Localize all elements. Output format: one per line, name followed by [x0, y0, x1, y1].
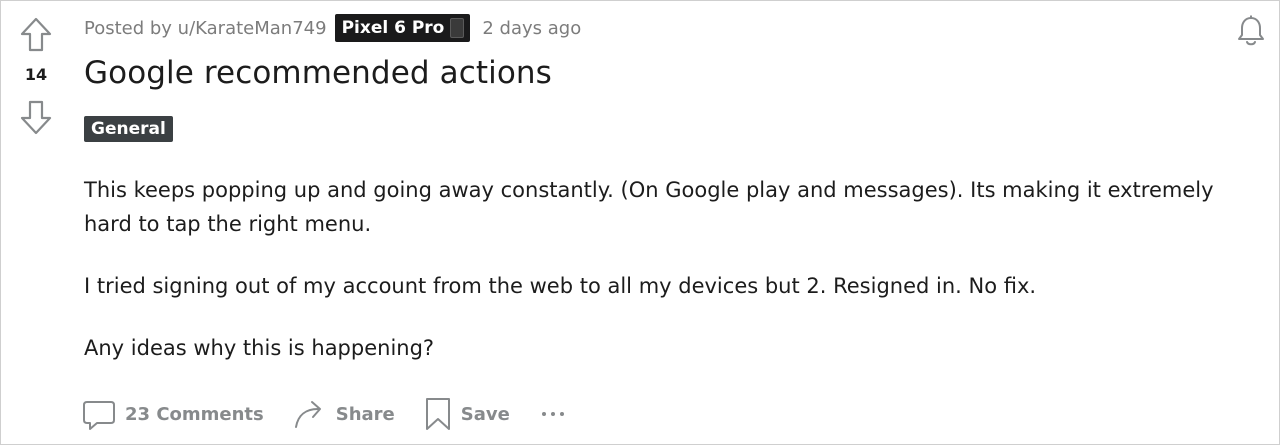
share-label: Share	[335, 403, 395, 425]
post-body-paragraph: This keeps popping up and going away con…	[84, 178, 1214, 236]
share-button[interactable]: Share	[292, 394, 395, 434]
curved-arrow-icon	[294, 401, 321, 428]
ellipsis-icon	[541, 412, 546, 416]
vote-column: 14	[1, 1, 73, 445]
more-options-button[interactable]	[538, 394, 564, 434]
vote-score: 14	[24, 65, 48, 84]
phone-icon	[450, 18, 465, 38]
notify-button[interactable]	[1231, 11, 1271, 51]
post-card: 14 Posted by u/KarateMan749 Pixel 6 Pro …	[0, 0, 1280, 445]
ellipsis-icon	[559, 412, 564, 416]
upvote-button[interactable]	[18, 15, 54, 55]
ellipsis-icon	[550, 412, 555, 416]
save-label: Save	[460, 403, 510, 425]
post-actions: 23 Comments Share Save	[81, 394, 564, 434]
user-flair-text: Pixel 6 Pro	[341, 18, 445, 38]
post-flair[interactable]: General	[84, 116, 173, 142]
comments-label: 23 Comments	[125, 403, 264, 425]
bookmark-icon	[425, 398, 450, 430]
arrow-down-outline-icon	[20, 100, 52, 135]
post-body-paragraph: I tried signing out of my account from t…	[84, 274, 1037, 298]
post-meta: Posted by u/KarateMan749 Pixel 6 Pro 2 d…	[84, 13, 581, 43]
comments-button[interactable]: 23 Comments	[81, 394, 264, 434]
speech-bubble-icon	[83, 401, 115, 430]
posted-by-link[interactable]: Posted by u/KarateMan749	[84, 18, 327, 39]
downvote-button[interactable]	[18, 97, 54, 137]
bell-icon	[1238, 15, 1264, 46]
post-title[interactable]: Google recommended actions	[84, 55, 552, 91]
user-flair: Pixel 6 Pro	[334, 14, 471, 42]
post-time[interactable]: 2 days ago	[482, 18, 581, 39]
arrow-up-outline-icon	[20, 17, 52, 52]
post-body: This keeps popping up and going away con…	[84, 173, 1224, 365]
post-body-paragraph: Any ideas why this is happening?	[84, 336, 435, 360]
save-button[interactable]: Save	[423, 394, 510, 434]
